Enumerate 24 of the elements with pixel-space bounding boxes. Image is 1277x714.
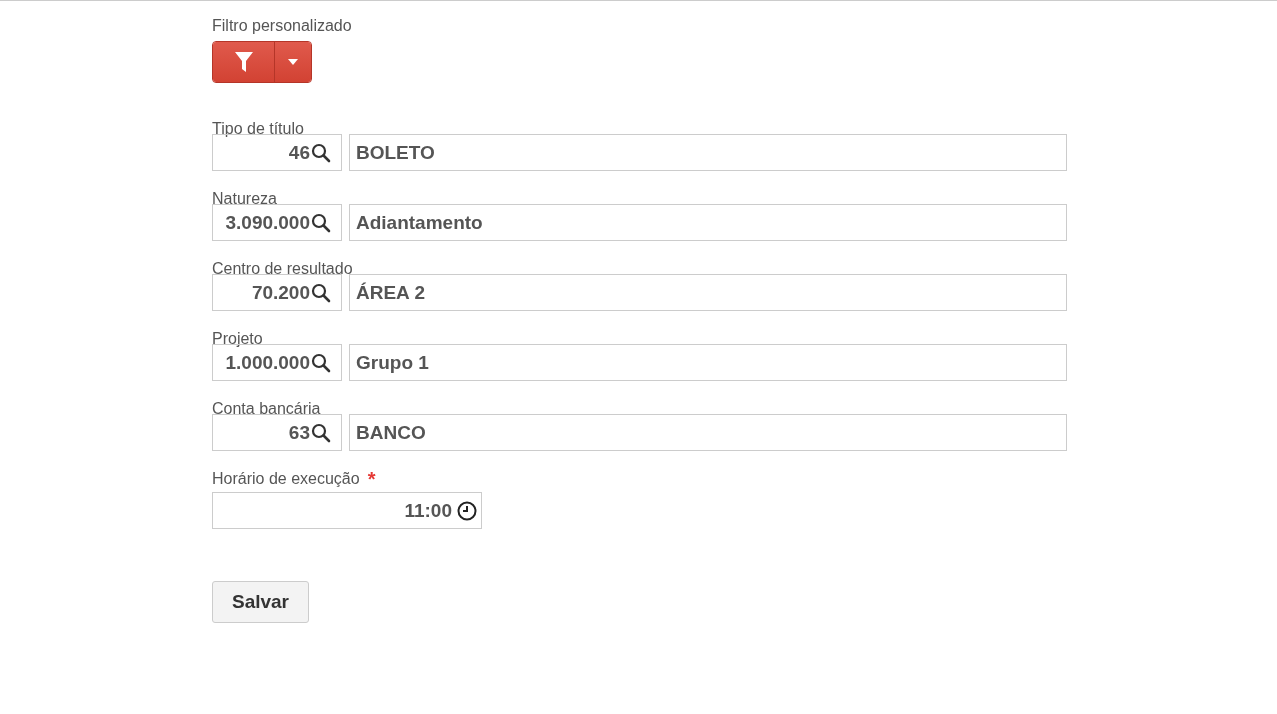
filter-button[interactable]: [213, 42, 274, 82]
description-field[interactable]: Adiantamento: [349, 204, 1067, 241]
description-field[interactable]: BANCO: [349, 414, 1067, 451]
field-label: Horário de execução: [212, 469, 360, 489]
description-field[interactable]: BOLETO: [349, 134, 1067, 171]
description-field[interactable]: Grupo 1: [349, 344, 1067, 381]
code-field[interactable]: 46: [212, 134, 342, 171]
filter-icon: [234, 52, 253, 72]
clock-icon: [457, 500, 477, 521]
time-field[interactable]: 11:00: [212, 492, 482, 529]
search-icon[interactable]: [311, 142, 331, 163]
code-field[interactable]: 3.090.000: [212, 204, 342, 241]
search-icon[interactable]: [311, 352, 331, 373]
required-mark: *: [367, 469, 376, 489]
save-button[interactable]: Salvar: [212, 581, 309, 623]
search-icon[interactable]: [311, 422, 331, 443]
code-field[interactable]: 63: [212, 414, 342, 451]
field-label: Filtro personalizado: [212, 16, 352, 36]
search-icon[interactable]: [311, 282, 331, 303]
search-icon[interactable]: [311, 212, 331, 233]
code-field[interactable]: 70.200: [212, 274, 342, 311]
description-field[interactable]: ÁREA 2: [349, 274, 1067, 311]
dropdown-button[interactable]: [274, 42, 311, 82]
caret-icon: [288, 59, 298, 65]
